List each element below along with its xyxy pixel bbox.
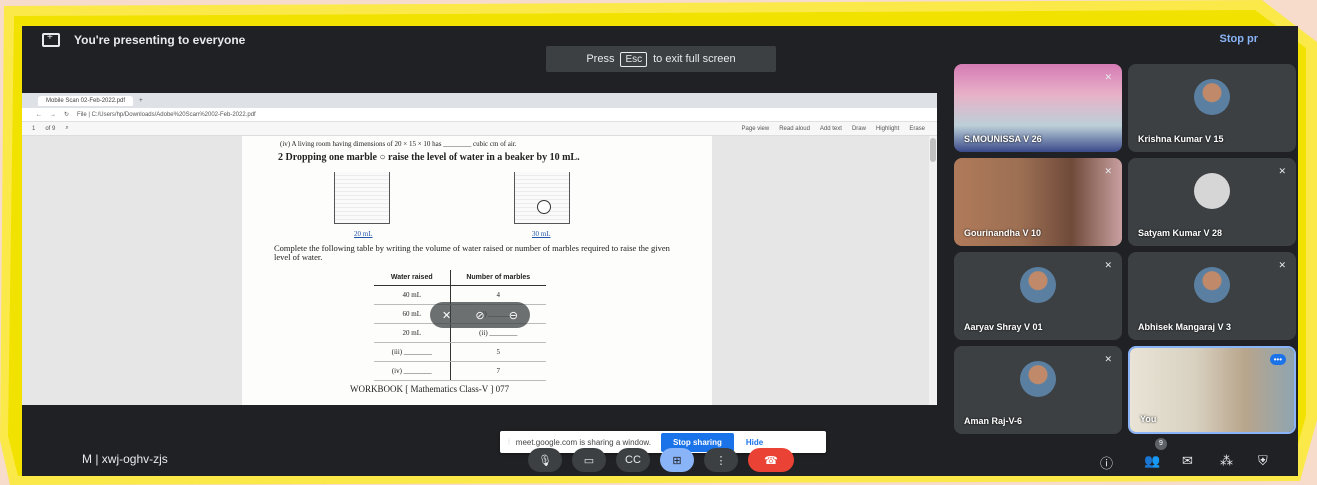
mic-muted-icon: ✕ (1104, 354, 1112, 364)
pdf-tool-erase[interactable]: Erase (909, 126, 925, 132)
pdf-tool-draw[interactable]: Draw (852, 126, 866, 132)
avatar (1020, 361, 1056, 398)
floating-controls: ✕ ⊘ ⊖ (430, 302, 530, 328)
present-button[interactable]: ⊞ (660, 448, 694, 472)
worksheet-line-iv: (iv) A living room having dimensions of … (280, 140, 517, 148)
speaking-indicator-icon: ••• (1269, 354, 1286, 365)
avatar (1020, 267, 1056, 304)
beaker-2-label: 30 mL (532, 230, 551, 238)
table-cell: (iv) ________ (374, 361, 451, 381)
microphone-button[interactable]: 🎙 (528, 448, 562, 472)
mic-muted-icon: ✕ (1278, 260, 1286, 270)
participant-tile-krishna[interactable]: Krishna Kumar V 15 (1128, 64, 1296, 152)
participant-name: Aman Raj-V-6 (964, 416, 1023, 426)
pdf-viewport[interactable]: (iv) A living room having dimensions of … (22, 136, 937, 405)
table-cell: 7 (450, 361, 546, 381)
forward-icon[interactable]: → (50, 112, 56, 118)
mic-muted-icon: ✕ (1278, 166, 1286, 176)
table-row: (iii) ________ 5 (374, 342, 546, 362)
camera-button[interactable]: ▭ (572, 448, 606, 472)
sharing-notice-text: meet.google.com is sharing a window. (515, 437, 651, 447)
participant-tile-gourinandha[interactable]: ✕ Gourinandha V 10 (954, 158, 1122, 246)
mic-muted-icon: ✕ (1104, 166, 1112, 176)
avatar (1194, 173, 1230, 210)
pdf-toolbar: 1 of 9 ⌕ Page view Read aloud Add text D… (22, 122, 937, 136)
participant-tile-aman[interactable]: ✕ Aman Raj-V-6 (954, 346, 1122, 434)
participant-name: You (1140, 414, 1157, 424)
back-icon[interactable]: ← (36, 112, 42, 118)
scroll-thumb[interactable] (930, 138, 936, 162)
present-screen-icon (42, 32, 60, 47)
hang-up-button[interactable]: ☎ (748, 448, 794, 472)
avatar (1194, 267, 1230, 304)
participant-name: Satyam Kumar V 28 (1138, 228, 1223, 238)
participant-name: S.MOUNISSA V 26 (964, 134, 1042, 144)
browser-tabstrip: Mobile Scan 02-Feb-2022.pdf + (22, 93, 937, 108)
beaker-2 (514, 172, 570, 224)
drag-handle-icon[interactable]: ⦙ (508, 437, 510, 447)
fullscreen-toast: Press Esc to exit full screen (546, 46, 776, 72)
table-header: Water raised (374, 270, 451, 286)
pdf-tool-page-view[interactable]: Page view (742, 126, 770, 132)
meeting-code: M | xwj-oghv-zjs (82, 452, 168, 466)
page-number-box[interactable]: 1 (32, 126, 35, 132)
presenting-text: You're presenting to everyone (74, 33, 246, 47)
workbook-footer: WORKBOOK [ Mathematics Class-V ] 077 (350, 384, 510, 394)
participant-name: Abhisek Mangaraj V 3 (1138, 322, 1232, 332)
mic-off-icon[interactable]: ✕ (442, 309, 451, 322)
more-icon[interactable]: ⊖ (509, 309, 518, 322)
info-icon[interactable]: ⓘ (1100, 453, 1113, 472)
chat-icon[interactable]: ✉ (1182, 453, 1193, 469)
beaker-1 (334, 172, 390, 224)
browser-tab[interactable]: Mobile Scan 02-Feb-2022.pdf (38, 95, 134, 106)
table-instruction: Complete the following table by writing … (274, 243, 670, 262)
new-tab-icon[interactable]: + (139, 98, 143, 104)
avatar (1194, 79, 1230, 116)
more-options-button[interactable]: ⋮ (704, 448, 738, 472)
page-count: of 9 (45, 125, 56, 132)
participant-name: Gourinandha V 10 (964, 228, 1042, 238)
pdf-tool-add-text[interactable]: Add text (820, 126, 842, 132)
hide-button[interactable]: Hide (746, 438, 763, 447)
participant-tile-you[interactable]: ••• You (1128, 346, 1296, 434)
address-bar: ← → ↻ File | C:/Users/hp/Downloads/Adobe… (22, 108, 937, 122)
shared-window: Mobile Scan 02-Feb-2022.pdf + ← → ↻ File… (22, 93, 937, 405)
pdf-scrollbar[interactable] (929, 136, 937, 405)
participant-name: Aaryav Shray V 01 (964, 322, 1043, 332)
esc-key: Esc (620, 51, 648, 67)
people-count-badge: 9 (1155, 438, 1167, 450)
table-header: Number of marbles (450, 270, 546, 286)
beaker-1-label: 20 mL (354, 230, 373, 238)
people-icon[interactable]: 👥 (1144, 453, 1160, 469)
pin-icon[interactable]: ⊘ (475, 309, 484, 322)
table-cell: (iii) ________ (374, 342, 451, 362)
toast-exit: to exit full screen (653, 53, 736, 65)
host-controls-icon[interactable]: ⛨ (1258, 453, 1268, 469)
participant-tile-satyam[interactable]: ✕ Satyam Kumar V 28 (1128, 158, 1296, 246)
question-2: 2 Dropping one marble ○ raise the level … (278, 152, 580, 163)
participant-tile-aaryav[interactable]: ✕ Aaryav Shray V 01 (954, 252, 1122, 340)
participant-name: Krishna Kumar V 15 (1138, 134, 1224, 144)
search-icon[interactable]: ⌕ (65, 125, 68, 132)
table-cell: 5 (450, 342, 546, 362)
refresh-icon[interactable]: ↻ (64, 111, 69, 118)
mic-muted-icon: ✕ (1104, 260, 1112, 270)
participant-tile-mounissa[interactable]: ✕ S.MOUNISSA V 26 (954, 64, 1122, 152)
participant-tile-abhisek[interactable]: ✕ Abhisek Mangaraj V 3 (1128, 252, 1296, 340)
marble (537, 200, 551, 214)
activities-icon[interactable]: ⁂ (1220, 453, 1233, 469)
pdf-tool-highlight[interactable]: Highlight (876, 126, 899, 132)
meet-window: You're presenting to everyone Stop pr Pr… (22, 26, 1298, 476)
worksheet-page: (iv) A living room having dimensions of … (242, 136, 712, 405)
address-text[interactable]: File | C:/Users/hp/Downloads/Adobe%20Sca… (77, 112, 256, 118)
captions-button[interactable]: CC (616, 448, 650, 472)
pdf-tool-read-aloud[interactable]: Read aloud (779, 126, 810, 132)
table-row: (iv) ________ 7 (374, 361, 546, 381)
toast-press: Press (586, 53, 615, 65)
mic-muted-icon: ✕ (1104, 72, 1112, 82)
stop-presenting-button[interactable]: Stop pr (1220, 33, 1259, 45)
